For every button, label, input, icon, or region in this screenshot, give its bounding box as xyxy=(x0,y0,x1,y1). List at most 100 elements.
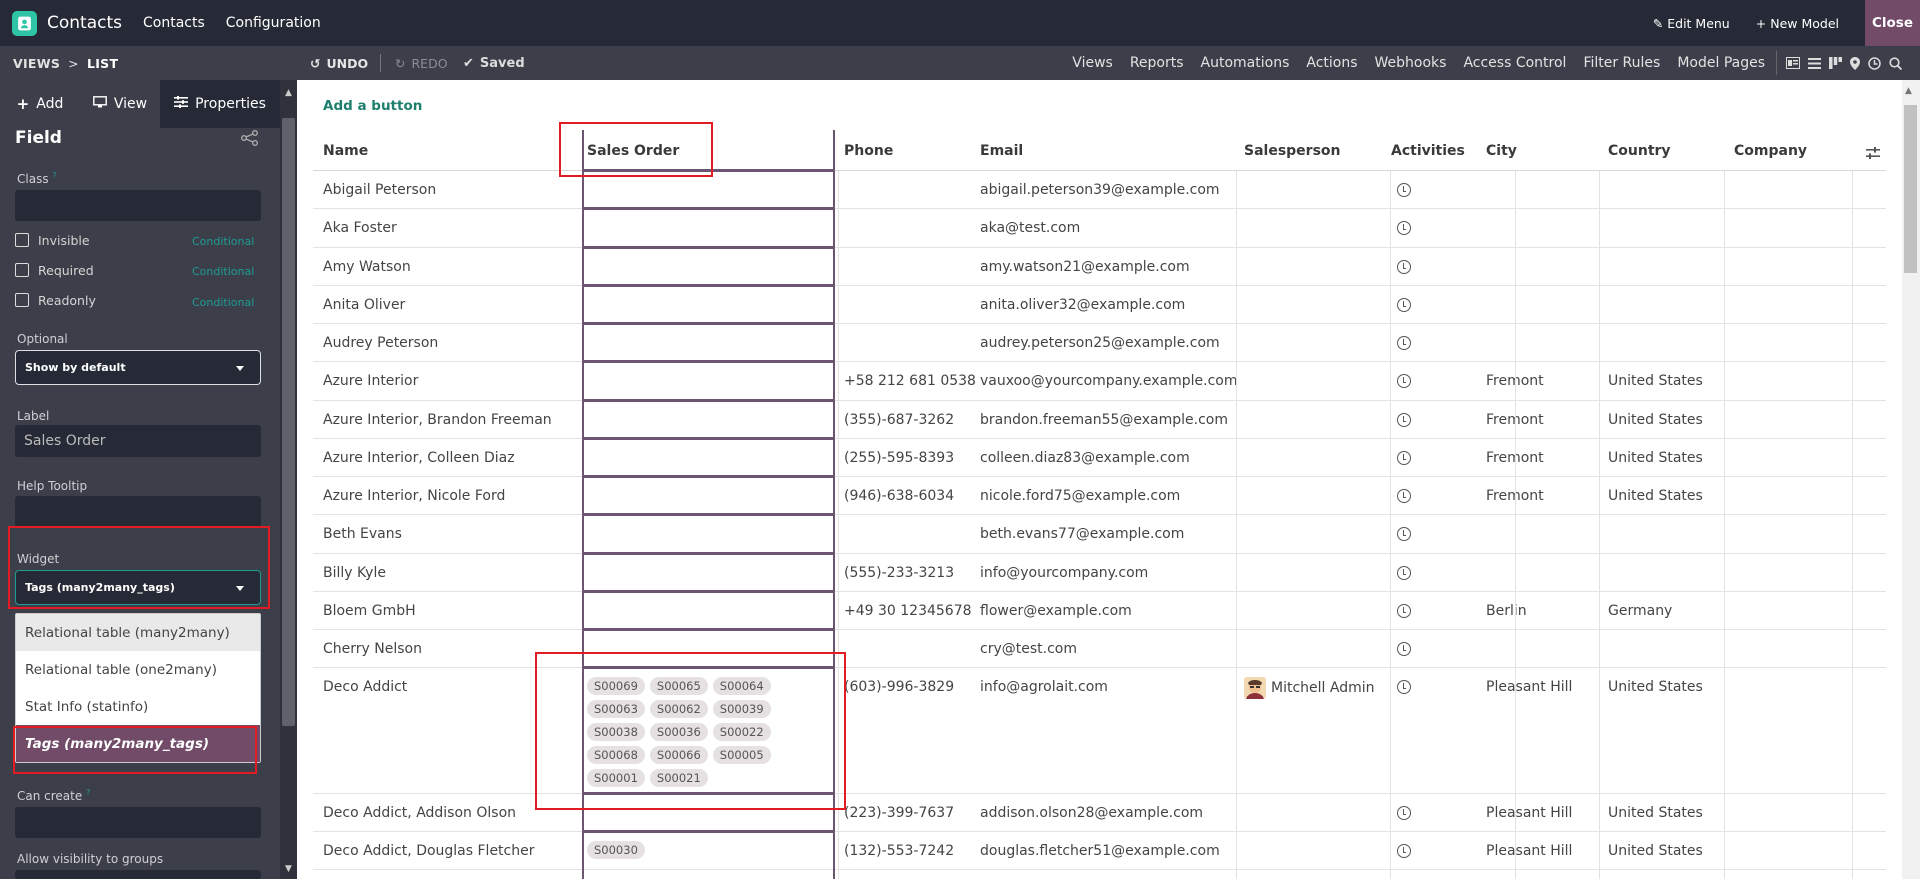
search-view-icon[interactable] xyxy=(1889,56,1902,70)
column-settings-icon[interactable] xyxy=(1866,144,1880,163)
col-salesperson[interactable]: Salesperson xyxy=(1244,130,1341,171)
menu-model-pages[interactable]: Model Pages xyxy=(1677,55,1765,71)
tab-properties[interactable]: Properties xyxy=(160,80,280,128)
kanban-view-icon[interactable] xyxy=(1829,57,1842,69)
cell-country: United States xyxy=(1608,679,1703,695)
activity-view-icon[interactable] xyxy=(1868,56,1881,70)
table-row[interactable]: Billy Kyle (555)-233-3213 info@yourcompany… xyxy=(313,554,1886,592)
optional-select[interactable]: Show by default xyxy=(15,350,261,385)
activity-clock-icon[interactable] xyxy=(1397,489,1411,507)
activity-clock-icon[interactable] xyxy=(1397,298,1411,316)
cell-name: Beth Evans xyxy=(323,526,402,542)
menu-access-control[interactable]: Access Control xyxy=(1463,55,1566,71)
cell-email: anita.oliver32@example.com xyxy=(980,297,1186,313)
menu-views[interactable]: Views xyxy=(1072,55,1113,71)
activity-clock-icon[interactable] xyxy=(1397,374,1411,392)
allow-groups-input[interactable] xyxy=(15,870,261,879)
col-activities[interactable]: Activities xyxy=(1391,130,1465,171)
scroll-down-icon[interactable]: ▼ xyxy=(282,864,295,876)
main-scroll-up-icon[interactable]: ▲ xyxy=(1905,86,1912,96)
sales-order-cell-border xyxy=(582,830,835,833)
cell-email: vauxoo@yourcompany.example.com xyxy=(980,373,1238,389)
menu-filter-rules[interactable]: Filter Rules xyxy=(1583,55,1660,71)
map-view-icon[interactable] xyxy=(1850,56,1860,70)
activity-clock-icon[interactable] xyxy=(1397,527,1411,545)
table-row[interactable]: Anita Oliver anita.oliver32@example.com xyxy=(313,286,1886,324)
activity-clock-icon[interactable] xyxy=(1397,604,1411,622)
new-model-button[interactable]: + New Model xyxy=(1756,16,1839,31)
can-create-input[interactable] xyxy=(15,807,261,838)
list-view-icon[interactable] xyxy=(1808,57,1821,69)
table-row[interactable]: Audrey Peterson audrey.peterson25@example… xyxy=(313,324,1886,362)
studio-toolbar: VIEWS > LIST ↺ UNDO ↻ REDO ✔ Saved Views… xyxy=(0,46,1920,80)
main-scroll-thumb[interactable] xyxy=(1904,105,1917,273)
menu-webhooks[interactable]: Webhooks xyxy=(1375,55,1447,71)
table-row[interactable]: Deco Addict, Douglas Fletcher (132)-553-7… xyxy=(313,832,1886,870)
help-tooltip-input[interactable] xyxy=(15,496,261,527)
activity-clock-icon[interactable] xyxy=(1397,336,1411,354)
table-row[interactable]: Bloem GmbH +49 30 12345678 flower@example.… xyxy=(313,592,1886,630)
activity-clock-icon[interactable] xyxy=(1397,642,1411,660)
widget-option-many2many[interactable]: Relational table (many2many) xyxy=(16,614,260,651)
activity-clock-icon[interactable] xyxy=(1397,680,1411,698)
widget-option-statinfo[interactable]: Stat Info (statinfo) xyxy=(16,688,260,725)
table-row[interactable]: Abigail Peterson abigail.peterson39@examp… xyxy=(313,171,1886,209)
readonly-checkbox[interactable] xyxy=(15,293,29,307)
class-input[interactable] xyxy=(15,190,261,221)
col-city[interactable]: City xyxy=(1486,130,1517,171)
tab-add-label: Add xyxy=(36,96,64,112)
table-row[interactable]: Aka Foster aka@test.com xyxy=(313,209,1886,248)
add-a-button[interactable]: Add a button xyxy=(323,98,422,114)
activity-clock-icon[interactable] xyxy=(1397,844,1411,862)
label-input[interactable]: Sales Order xyxy=(15,425,261,457)
share-icon[interactable] xyxy=(240,130,260,150)
app-brand[interactable]: Contacts xyxy=(12,10,122,36)
breadcrumb-views[interactable]: VIEWS xyxy=(13,56,60,71)
col-company[interactable]: Company xyxy=(1734,130,1807,171)
col-phone[interactable]: Phone xyxy=(844,130,893,171)
table-row[interactable]: Azure Interior, Colleen Diaz (255)-595-83… xyxy=(313,439,1886,477)
activity-clock-icon[interactable] xyxy=(1397,221,1411,239)
col-country[interactable]: Country xyxy=(1608,130,1671,171)
required-conditional-link[interactable]: Conditional xyxy=(192,265,254,278)
menu-configuration[interactable]: Configuration xyxy=(226,15,321,31)
readonly-conditional-link[interactable]: Conditional xyxy=(192,296,254,309)
activity-clock-icon[interactable] xyxy=(1397,566,1411,584)
cell-email: addison.olson28@example.com xyxy=(980,805,1204,821)
col-email[interactable]: Email xyxy=(980,130,1023,171)
menu-contacts[interactable]: Contacts xyxy=(143,15,205,31)
sales-order-tag[interactable]: S00030 xyxy=(587,841,645,859)
menu-automations[interactable]: Automations xyxy=(1201,55,1290,71)
table-row[interactable]: Amy Watson amy.watson21@example.com xyxy=(313,248,1886,286)
activity-clock-icon[interactable] xyxy=(1397,413,1411,431)
close-button[interactable]: Close xyxy=(1865,0,1920,46)
activity-clock-icon[interactable] xyxy=(1397,806,1411,824)
activity-clock-icon[interactable] xyxy=(1397,183,1411,201)
table-row[interactable]: Azure Interior, Brandon Freeman (355)-687… xyxy=(313,401,1886,439)
table-row[interactable]: Azure Interior, Nicole Ford (946)-638-603… xyxy=(313,477,1886,515)
new-model-label: New Model xyxy=(1770,15,1839,31)
invisible-checkbox[interactable] xyxy=(15,233,29,247)
activity-clock-icon[interactable] xyxy=(1397,451,1411,469)
tab-view[interactable]: View xyxy=(80,80,160,128)
sidebar-scroll-thumb[interactable] xyxy=(282,118,295,726)
sales-order-cell-border xyxy=(582,552,835,555)
table-row[interactable]: Beth Evans beth.evans77@example.com xyxy=(313,515,1886,554)
required-checkbox[interactable] xyxy=(15,263,29,277)
col-name[interactable]: Name xyxy=(323,130,368,171)
activity-clock-icon[interactable] xyxy=(1397,260,1411,278)
cell-country: United States xyxy=(1608,412,1703,428)
invisible-conditional-link[interactable]: Conditional xyxy=(192,235,254,248)
tab-add[interactable]: + Add xyxy=(0,80,80,128)
optional-label: Optional xyxy=(17,332,68,346)
widget-option-one2many[interactable]: Relational table (one2many) xyxy=(16,651,260,688)
redo-button[interactable]: ↻ REDO xyxy=(395,46,448,80)
table-row[interactable]: Azure Interior +58 212 681 0538 vauxoo@you… xyxy=(313,362,1886,401)
scroll-up-icon[interactable]: ▲ xyxy=(282,88,295,100)
sidebar-tabs: + Add View Properties xyxy=(0,80,280,128)
edit-menu-button[interactable]: ✎ Edit Menu xyxy=(1653,16,1730,31)
menu-reports[interactable]: Reports xyxy=(1130,55,1184,71)
form-view-icon[interactable] xyxy=(1786,57,1800,69)
menu-actions[interactable]: Actions xyxy=(1306,55,1357,71)
undo-button[interactable]: ↺ UNDO xyxy=(310,46,368,80)
